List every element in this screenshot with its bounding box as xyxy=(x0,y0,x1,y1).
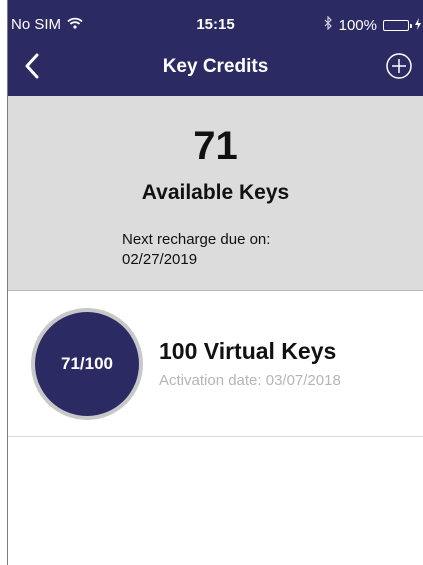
app-header: No SIM 15:15 100% Key Credits xyxy=(8,0,423,96)
available-keys-summary: 71 Available Keys Next recharge due on: … xyxy=(8,96,423,291)
key-usage-text: 71/100 xyxy=(61,354,113,373)
battery-icon xyxy=(383,19,412,31)
plus-circle-icon xyxy=(385,52,413,85)
status-right: 100% xyxy=(324,15,421,34)
key-package-title: 100 Virtual Keys xyxy=(159,338,337,364)
screen-edge xyxy=(0,0,7,565)
status-bar: No SIM 15:15 100% xyxy=(8,0,423,40)
add-button[interactable] xyxy=(383,52,415,84)
available-keys-count: 71 xyxy=(193,124,238,168)
available-keys-label: Available Keys xyxy=(141,181,290,204)
charging-icon xyxy=(415,17,421,34)
recharge-info: Next recharge due on: 02/27/2019 xyxy=(122,230,270,270)
navigation-bar: Key Credits xyxy=(8,46,423,90)
page-title: Key Credits xyxy=(162,56,269,77)
key-package-row[interactable]: 71/100 100 Virtual Keys Activation date:… xyxy=(8,291,423,437)
key-activation-date: Activation date: 03/07/2018 xyxy=(159,372,341,389)
recharge-date: 02/27/2019 xyxy=(122,251,198,268)
key-usage-badge: 71/100 xyxy=(35,312,139,416)
recharge-label: Next recharge due on: xyxy=(122,231,271,248)
bluetooth-icon xyxy=(324,15,333,34)
battery-tip xyxy=(410,23,412,28)
app-screen: No SIM 15:15 100% Key Credits 71 Availab… xyxy=(7,0,423,565)
battery-percent: 100% xyxy=(338,16,377,34)
